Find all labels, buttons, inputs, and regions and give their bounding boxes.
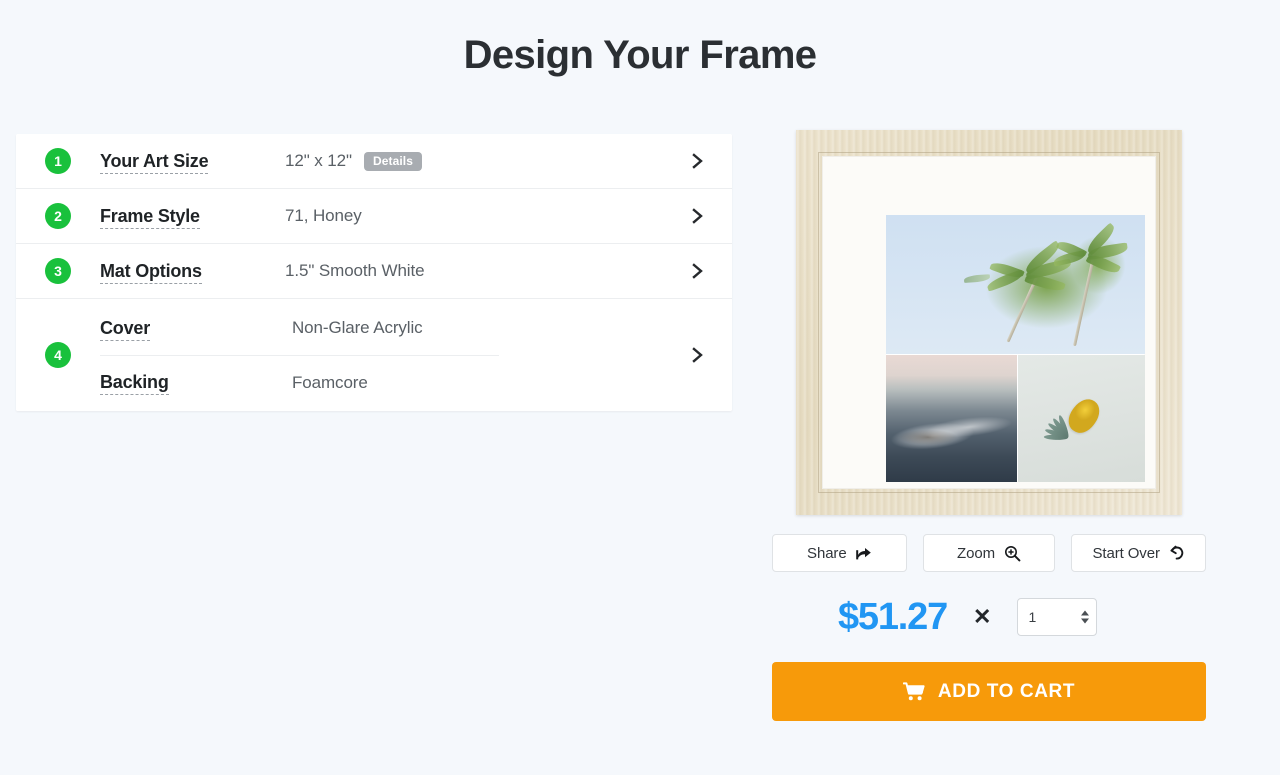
multiply-symbol: ✕: [973, 604, 992, 629]
magnifier-plus-icon: [1004, 545, 1021, 562]
configurator-card: 1 Your Art Size 12" x 12" Details 2 Fram…: [16, 134, 732, 411]
spinner-down-icon[interactable]: [1081, 618, 1090, 624]
sub-row-cover: Cover Non-Glare Acrylic: [100, 301, 732, 355]
share-button[interactable]: Share: [772, 534, 907, 572]
page-title: Design Your Frame: [463, 33, 817, 77]
frame-preview[interactable]: [796, 130, 1182, 515]
option-value-frame-style: 71, Honey: [285, 206, 362, 226]
quantity-stepper[interactable]: [1017, 598, 1098, 636]
price-display: $51.27: [838, 596, 948, 638]
step-badge-cell: 1: [16, 148, 100, 174]
shopping-cart-icon: [902, 682, 925, 701]
share-button-label: Share: [807, 544, 847, 562]
wave-shadow: [886, 426, 1017, 482]
sub-row: Frame Style 71, Honey: [100, 189, 732, 243]
add-to-cart-label: ADD TO CART: [937, 680, 1076, 702]
step-badge-cell: 2: [16, 203, 100, 229]
step-badge-cell: 4: [16, 342, 100, 368]
option-value-backing: Foamcore: [292, 373, 368, 393]
config-row-mat-options[interactable]: 3 Mat Options 1.5" Smooth White: [16, 244, 732, 299]
step-number-badge: 2: [45, 203, 71, 229]
option-label-text: Your Art Size: [100, 150, 209, 174]
share-icon: [855, 545, 872, 561]
row-body: Frame Style 71, Honey: [100, 189, 732, 243]
chevron-right-icon[interactable]: [690, 153, 706, 169]
config-row-cover-backing[interactable]: 4 Cover Non-Glare Acrylic Backing Foamco…: [16, 299, 732, 411]
palm-trees-photo: [886, 215, 1145, 354]
details-badge[interactable]: Details: [363, 151, 422, 171]
option-value-art-size: 12" x 12" Details: [285, 151, 422, 171]
option-label-backing: Backing: [100, 372, 292, 395]
quantity-spinner[interactable]: [1081, 610, 1090, 624]
option-label-text: Mat Options: [100, 260, 202, 284]
step-number-badge: 1: [45, 148, 71, 174]
chevron-right-icon[interactable]: [690, 347, 706, 363]
start-over-button[interactable]: Start Over: [1071, 534, 1206, 572]
step-number-badge: 3: [45, 258, 71, 284]
option-label-mat-options: Mat Options: [100, 260, 285, 284]
sub-row: Your Art Size 12" x 12" Details: [100, 134, 732, 188]
step-number-badge: 4: [45, 342, 71, 368]
sub-row-backing: Backing Foamcore: [100, 355, 499, 409]
chevron-right-icon[interactable]: [690, 263, 706, 279]
add-to-cart-button[interactable]: ADD TO CART: [772, 662, 1206, 721]
chevron-right-icon[interactable]: [690, 208, 706, 224]
option-label-cover: Cover: [100, 317, 292, 341]
option-label-text: Backing: [100, 372, 169, 395]
ocean-wave-photo: [886, 355, 1017, 482]
option-value-text: 1.5" Smooth White: [285, 261, 425, 280]
row-body: Cover Non-Glare Acrylic Backing Foamcore: [100, 301, 732, 409]
spinner-up-icon[interactable]: [1081, 610, 1090, 616]
config-row-frame-style[interactable]: 2 Frame Style 71, Honey: [16, 189, 732, 244]
preview-column: Share Zoom Start Over $51.27 ✕ 1 ADD TO …: [772, 130, 1206, 721]
option-value-text: Foamcore: [292, 372, 368, 392]
option-label-frame-style: Frame Style: [100, 205, 285, 229]
config-row-art-size[interactable]: 1 Your Art Size 12" x 12" Details: [16, 134, 732, 189]
option-label-text: Frame Style: [100, 205, 200, 229]
option-label-art-size: Your Art Size: [100, 150, 285, 174]
preview-action-row: Share Zoom Start Over: [772, 534, 1206, 572]
zoom-button[interactable]: Zoom: [922, 534, 1056, 572]
price-row: $51.27 ✕: [772, 598, 1206, 636]
artwork-collage: [886, 215, 1145, 482]
option-value-cover: Non-Glare Acrylic: [292, 318, 423, 338]
zoom-button-label: Zoom: [957, 544, 995, 562]
sub-row: Mat Options 1.5" Smooth White: [100, 244, 732, 298]
step-badge-cell: 3: [16, 258, 100, 284]
undo-arrow-icon: [1169, 545, 1185, 561]
option-value-text: Non-Glare Acrylic: [292, 318, 423, 337]
start-over-button-label: Start Over: [1092, 544, 1160, 562]
option-value-text: 12" x 12": [285, 151, 352, 170]
pineapple-on-sand-photo: [1018, 355, 1145, 482]
row-body: Your Art Size 12" x 12" Details: [100, 134, 732, 188]
option-label-text: Cover: [100, 317, 150, 341]
option-value-mat-options: 1.5" Smooth White: [285, 261, 425, 281]
row-body: Mat Options 1.5" Smooth White: [100, 244, 732, 298]
option-value-text: 71, Honey: [285, 206, 362, 225]
frame-mat: [822, 156, 1156, 489]
